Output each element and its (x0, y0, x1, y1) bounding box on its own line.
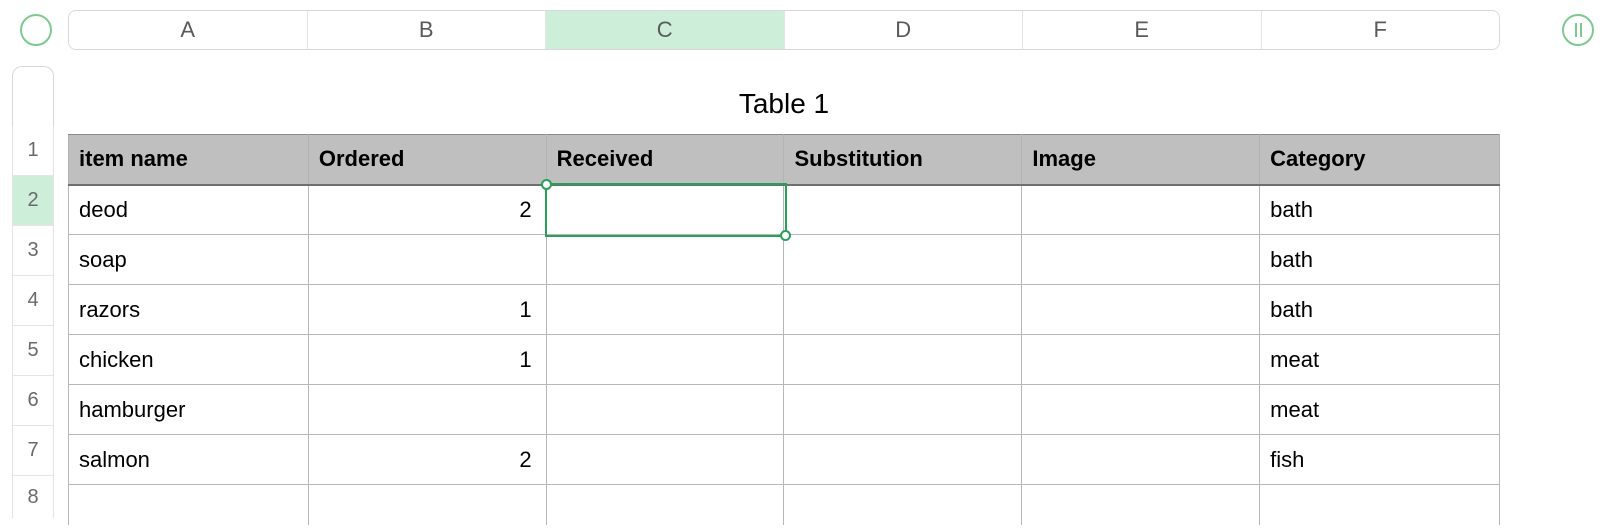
row-header-8[interactable]: 8 (12, 476, 54, 518)
cell-b4[interactable]: 1 (308, 285, 546, 335)
table-row (69, 485, 1500, 525)
table-row: hamburger meat (69, 385, 1500, 435)
cell-c8[interactable] (546, 485, 784, 525)
cell-d5[interactable] (784, 335, 1022, 385)
cell-b2[interactable]: 2 (308, 185, 546, 235)
header-row: item name Ordered Received Substitution … (69, 135, 1500, 185)
cell-f8[interactable] (1260, 485, 1500, 525)
cell-c4[interactable] (546, 285, 784, 335)
cell-e2[interactable] (1022, 185, 1260, 235)
cell-a4[interactable]: razors (69, 285, 309, 335)
cell-d3[interactable] (784, 235, 1022, 285)
col-header-e[interactable]: E (1023, 11, 1262, 49)
col-header-b[interactable]: B (308, 11, 547, 49)
cell-e6[interactable] (1022, 385, 1260, 435)
cell-b8[interactable] (308, 485, 546, 525)
cell-f3[interactable]: bath (1260, 235, 1500, 285)
cell-d4[interactable] (784, 285, 1022, 335)
table-handle-right[interactable] (1562, 14, 1594, 46)
cell-e8[interactable] (1022, 485, 1260, 525)
header-category[interactable]: Category (1260, 135, 1500, 185)
col-header-a[interactable]: A (69, 11, 308, 49)
header-received[interactable]: Received (546, 135, 784, 185)
spreadsheet-table: item name Ordered Received Substitution … (68, 134, 1500, 525)
table-row: chicken 1 meat (69, 335, 1500, 385)
row-header-5[interactable]: 5 (12, 326, 54, 376)
cell-d8[interactable] (784, 485, 1022, 525)
cell-b3[interactable] (308, 235, 546, 285)
cell-e5[interactable] (1022, 335, 1260, 385)
cell-e7[interactable] (1022, 435, 1260, 485)
cell-c2[interactable] (546, 185, 784, 235)
cell-d6[interactable] (784, 385, 1022, 435)
column-headers: A B C D E F (68, 10, 1500, 50)
cell-d2[interactable] (784, 185, 1022, 235)
table-row: deod 2 bath (69, 185, 1500, 235)
header-substitution[interactable]: Substitution (784, 135, 1022, 185)
cell-c7[interactable] (546, 435, 784, 485)
row-header-2[interactable]: 2 (12, 176, 54, 226)
cell-a7[interactable]: salmon (69, 435, 309, 485)
cell-c6[interactable] (546, 385, 784, 435)
table-title[interactable]: Table 1 (68, 88, 1500, 120)
cell-c3[interactable] (546, 235, 784, 285)
row-header-6[interactable]: 6 (12, 376, 54, 426)
table-row: razors 1 bath (69, 285, 1500, 335)
col-header-f[interactable]: F (1262, 11, 1500, 49)
table-handle-left[interactable] (20, 14, 52, 46)
cell-a6[interactable]: hamburger (69, 385, 309, 435)
cell-c5[interactable] (546, 335, 784, 385)
cell-b6[interactable] (308, 385, 546, 435)
cell-f5[interactable]: meat (1260, 335, 1500, 385)
cell-b7[interactable]: 2 (308, 435, 546, 485)
cell-a5[interactable]: chicken (69, 335, 309, 385)
row-header-7[interactable]: 7 (12, 426, 54, 476)
col-header-d[interactable]: D (785, 11, 1024, 49)
col-header-c[interactable]: C (546, 11, 785, 49)
row-header-1[interactable]: 1 (12, 126, 54, 176)
cell-a8[interactable] (69, 485, 309, 525)
cell-d7[interactable] (784, 435, 1022, 485)
pause-icon (1575, 23, 1582, 37)
row-header-3[interactable]: 3 (12, 226, 54, 276)
cell-a3[interactable]: soap (69, 235, 309, 285)
cell-f6[interactable]: meat (1260, 385, 1500, 435)
row-headers: 1 2 3 4 5 6 7 8 (12, 66, 54, 518)
table-row: soap bath (69, 235, 1500, 285)
row-header-spacer (12, 66, 54, 126)
header-ordered[interactable]: Ordered (308, 135, 546, 185)
cell-a2[interactable]: deod (69, 185, 309, 235)
cell-e4[interactable] (1022, 285, 1260, 335)
cell-e3[interactable] (1022, 235, 1260, 285)
cell-b5[interactable]: 1 (308, 335, 546, 385)
cell-f2[interactable]: bath (1260, 185, 1500, 235)
header-item-name[interactable]: item name (69, 135, 309, 185)
row-header-4[interactable]: 4 (12, 276, 54, 326)
cell-f7[interactable]: fish (1260, 435, 1500, 485)
cell-f4[interactable]: bath (1260, 285, 1500, 335)
column-header-area: A B C D E F (0, 10, 1614, 50)
header-image[interactable]: Image (1022, 135, 1260, 185)
table-row: salmon 2 fish (69, 435, 1500, 485)
